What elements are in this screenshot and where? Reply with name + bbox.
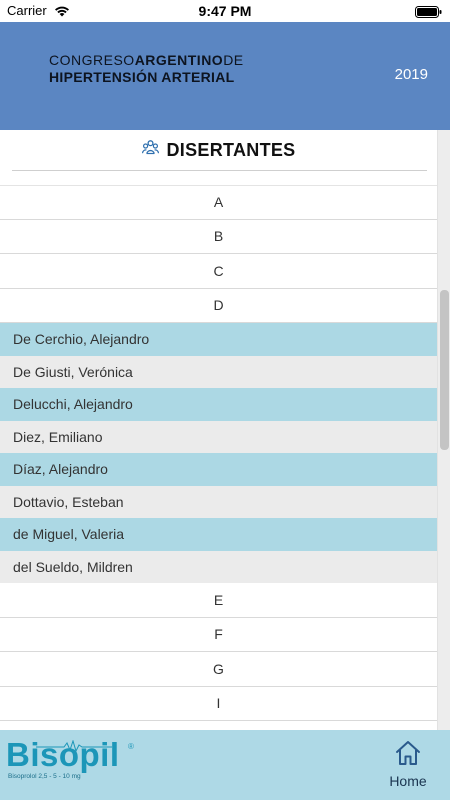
brand-dosage: Bisoprolol 2,5 - 5 - 10 mg <box>8 773 81 780</box>
home-icon <box>394 741 422 770</box>
letter-header-d[interactable]: D <box>0 288 437 323</box>
speaker-row[interactable]: del Sueldo, Mildren <box>0 550 437 583</box>
footer-bar: Bisopil ® Bisoprolol 2,5 - 5 - 10 mg Hom… <box>0 730 450 800</box>
registered-mark: ® <box>128 742 134 751</box>
speakers-list[interactable]: DISERTANTES A B C D De Cerchio, Alejandr… <box>0 130 437 730</box>
home-label: Home <box>389 773 427 789</box>
scrollbar[interactable] <box>437 130 450 730</box>
letter-header-b[interactable]: B <box>0 219 437 254</box>
letter-header-c[interactable]: C <box>0 254 437 289</box>
congress-year: 2019 <box>394 66 428 83</box>
letter-header-e[interactable]: E <box>0 583 437 618</box>
logo-word-argentino: ARGENTINO <box>134 52 224 68</box>
letter-header-g[interactable]: G <box>0 652 437 687</box>
section-title: DISERTANTES <box>0 130 437 170</box>
home-button[interactable]: Home <box>380 740 436 789</box>
congress-logo: CONGRESOARGENTINODE HIPERTENSIÓN ARTERIA… <box>49 52 244 85</box>
speaker-row[interactable]: De Giusti, Verónica <box>0 355 437 388</box>
scrollbar-thumb[interactable] <box>440 290 449 450</box>
status-bar: Carrier 9:47 PM <box>0 0 450 22</box>
clock: 9:47 PM <box>198 3 252 19</box>
logo-word-de: DE <box>223 52 244 68</box>
speaker-row[interactable]: De Cerchio, Alejandro <box>0 323 437 356</box>
app-header: CONGRESOARGENTINODE HIPERTENSIÓN ARTERIA… <box>0 22 450 130</box>
letter-header-i[interactable]: I <box>0 686 437 721</box>
speaker-row[interactable]: Díaz, Alejandro <box>0 453 437 486</box>
letter-header-f[interactable]: F <box>0 617 437 652</box>
people-icon <box>141 140 159 160</box>
brand-logo: Bisopil ® Bisoprolol 2,5 - 5 - 10 mg <box>6 738 134 781</box>
title-divider <box>12 170 427 171</box>
section-title-label: DISERTANTES <box>166 139 296 160</box>
logo-subtitle: HIPERTENSIÓN ARTERIAL <box>49 69 235 85</box>
pulse-line-icon <box>36 740 112 752</box>
speaker-row[interactable]: Delucchi, Alejandro <box>0 388 437 421</box>
battery-icon <box>415 5 442 23</box>
letter-header-a[interactable]: A <box>0 185 437 220</box>
speaker-row[interactable]: Diez, Emiliano <box>0 420 437 453</box>
logo-word-congreso: CONGRESO <box>49 52 135 68</box>
speaker-row[interactable]: de Miguel, Valeria <box>0 518 437 551</box>
speaker-row[interactable]: Dottavio, Esteban <box>0 485 437 518</box>
